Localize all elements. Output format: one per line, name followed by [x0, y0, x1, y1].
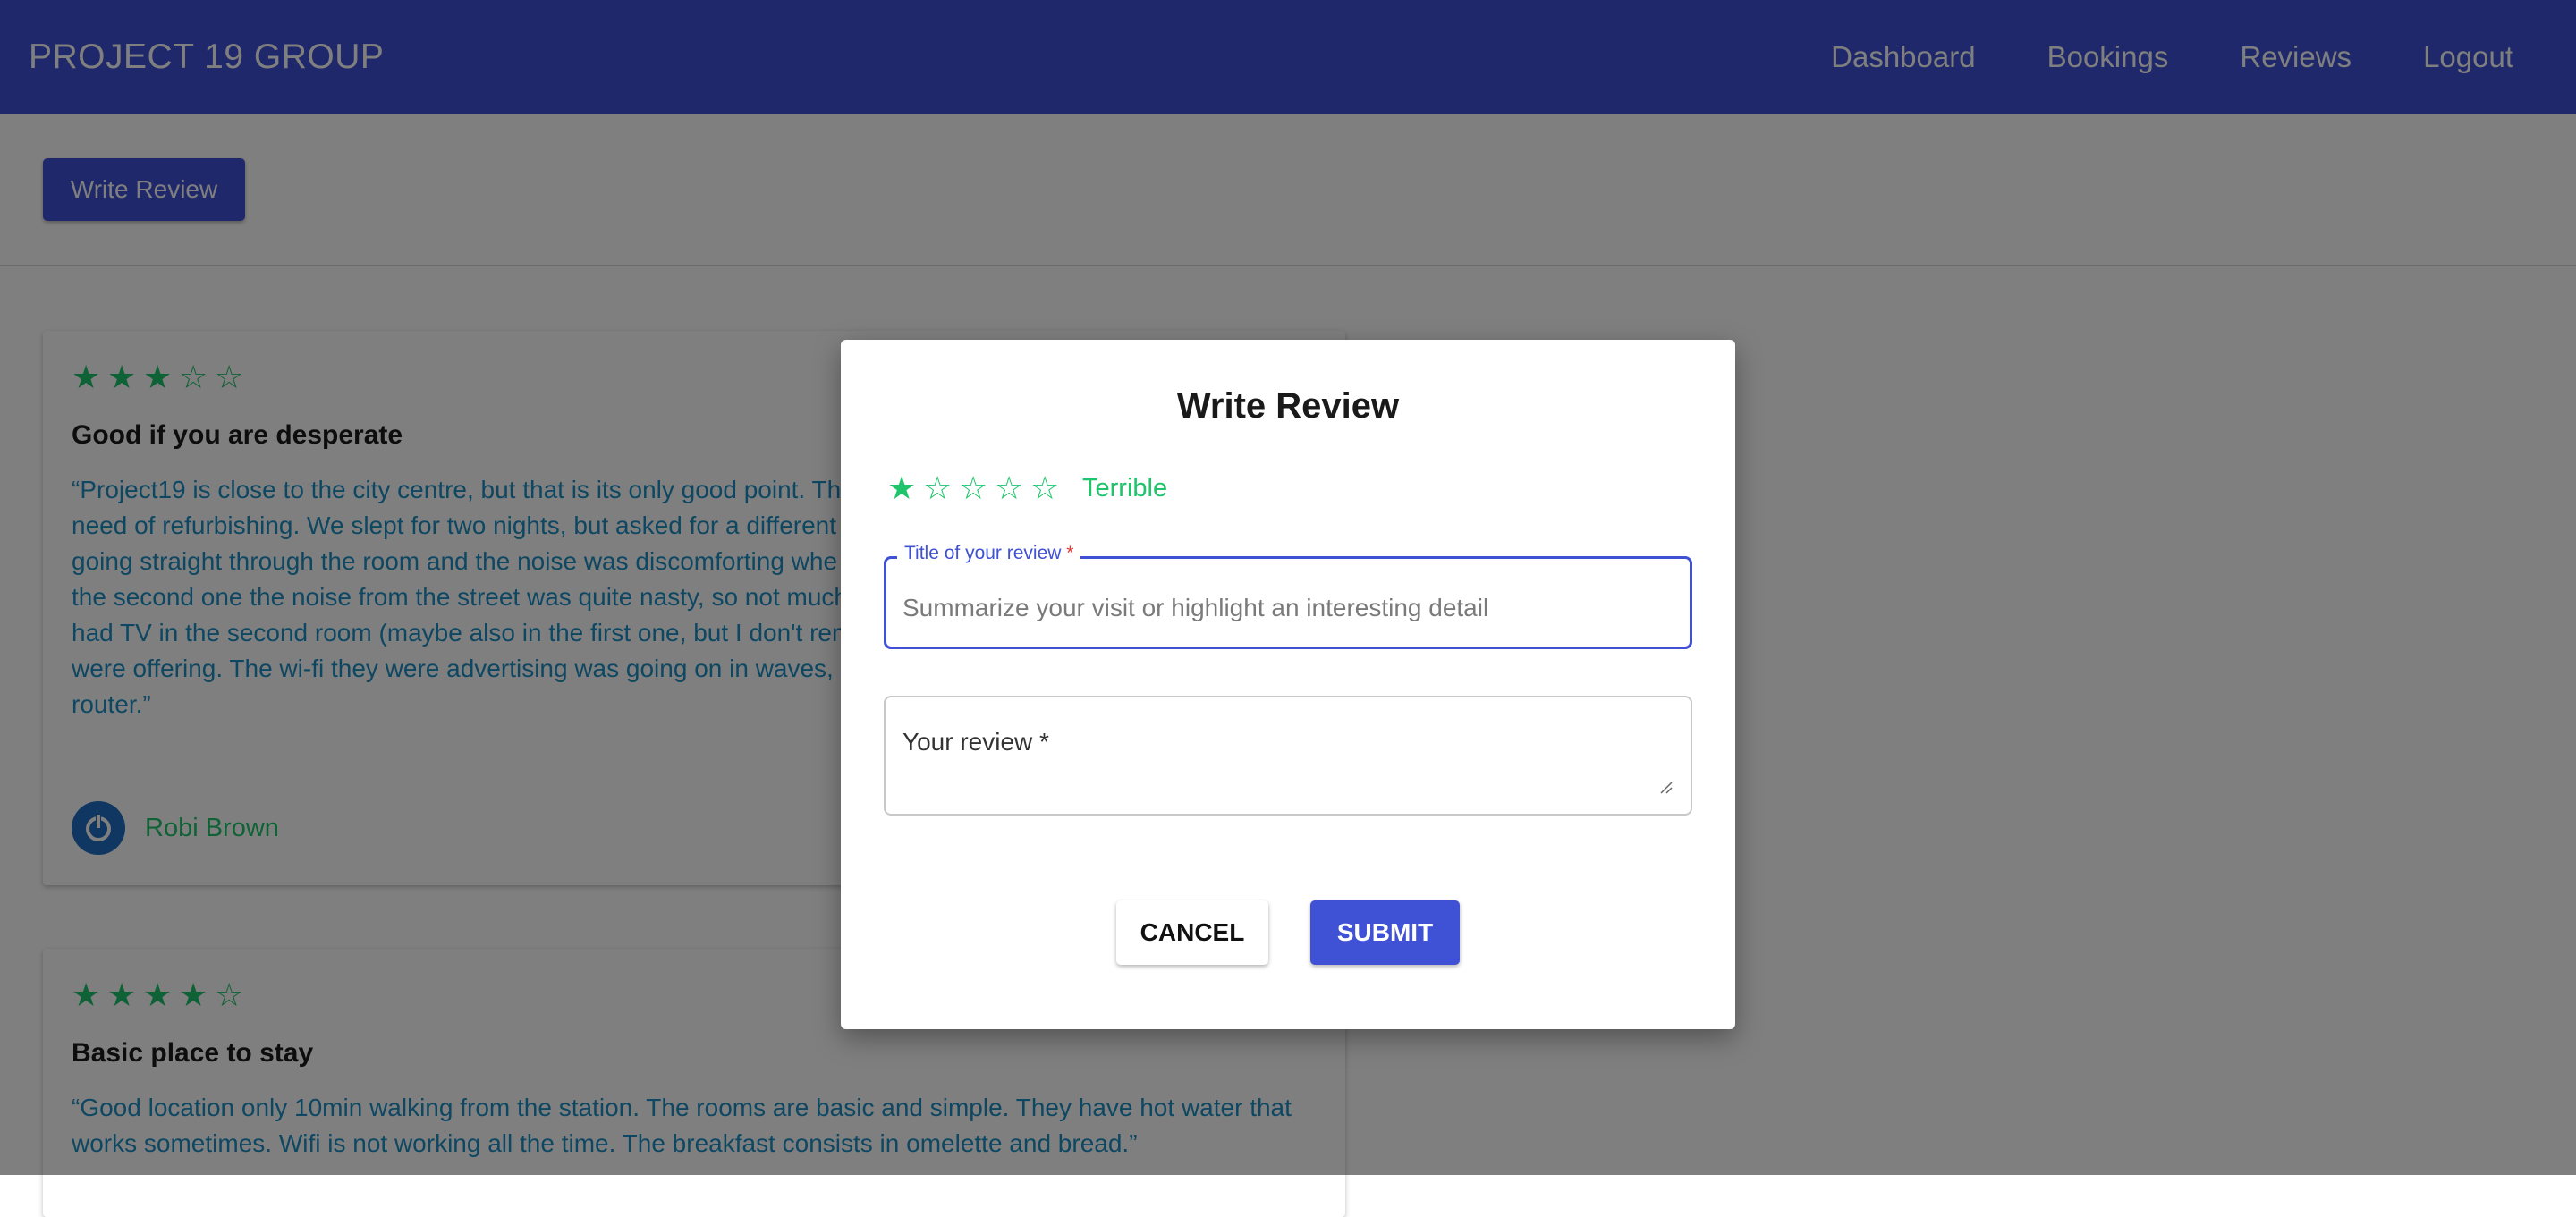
write-review-dialog: Write Review ★ ☆ ☆ ☆ ☆ Terrible Title of… [841, 340, 1735, 1029]
star-outline-icon[interactable]: ☆ [1030, 472, 1059, 504]
star-outline-icon[interactable]: ☆ [959, 472, 987, 504]
rating-label: Terrible [1082, 473, 1168, 503]
review-text-input[interactable] [886, 697, 1690, 814]
cancel-button[interactable]: CANCEL [1116, 900, 1268, 965]
star-filled-icon[interactable]: ★ [887, 472, 916, 504]
star-rating: ★ ☆ ☆ ☆ ☆ [887, 472, 1059, 504]
review-title-field: Title of your review * [884, 543, 1692, 649]
star-outline-icon[interactable]: ☆ [923, 472, 952, 504]
dialog-title: Write Review [1176, 386, 1400, 426]
resize-handle-icon[interactable] [1660, 782, 1673, 794]
review-text-field [884, 696, 1692, 816]
star-outline-icon[interactable]: ☆ [995, 472, 1023, 504]
submit-button[interactable]: SUBMIT [1310, 900, 1460, 965]
review-title-input[interactable] [886, 559, 1690, 647]
rating-input: ★ ☆ ☆ ☆ ☆ Terrible [887, 472, 1167, 504]
